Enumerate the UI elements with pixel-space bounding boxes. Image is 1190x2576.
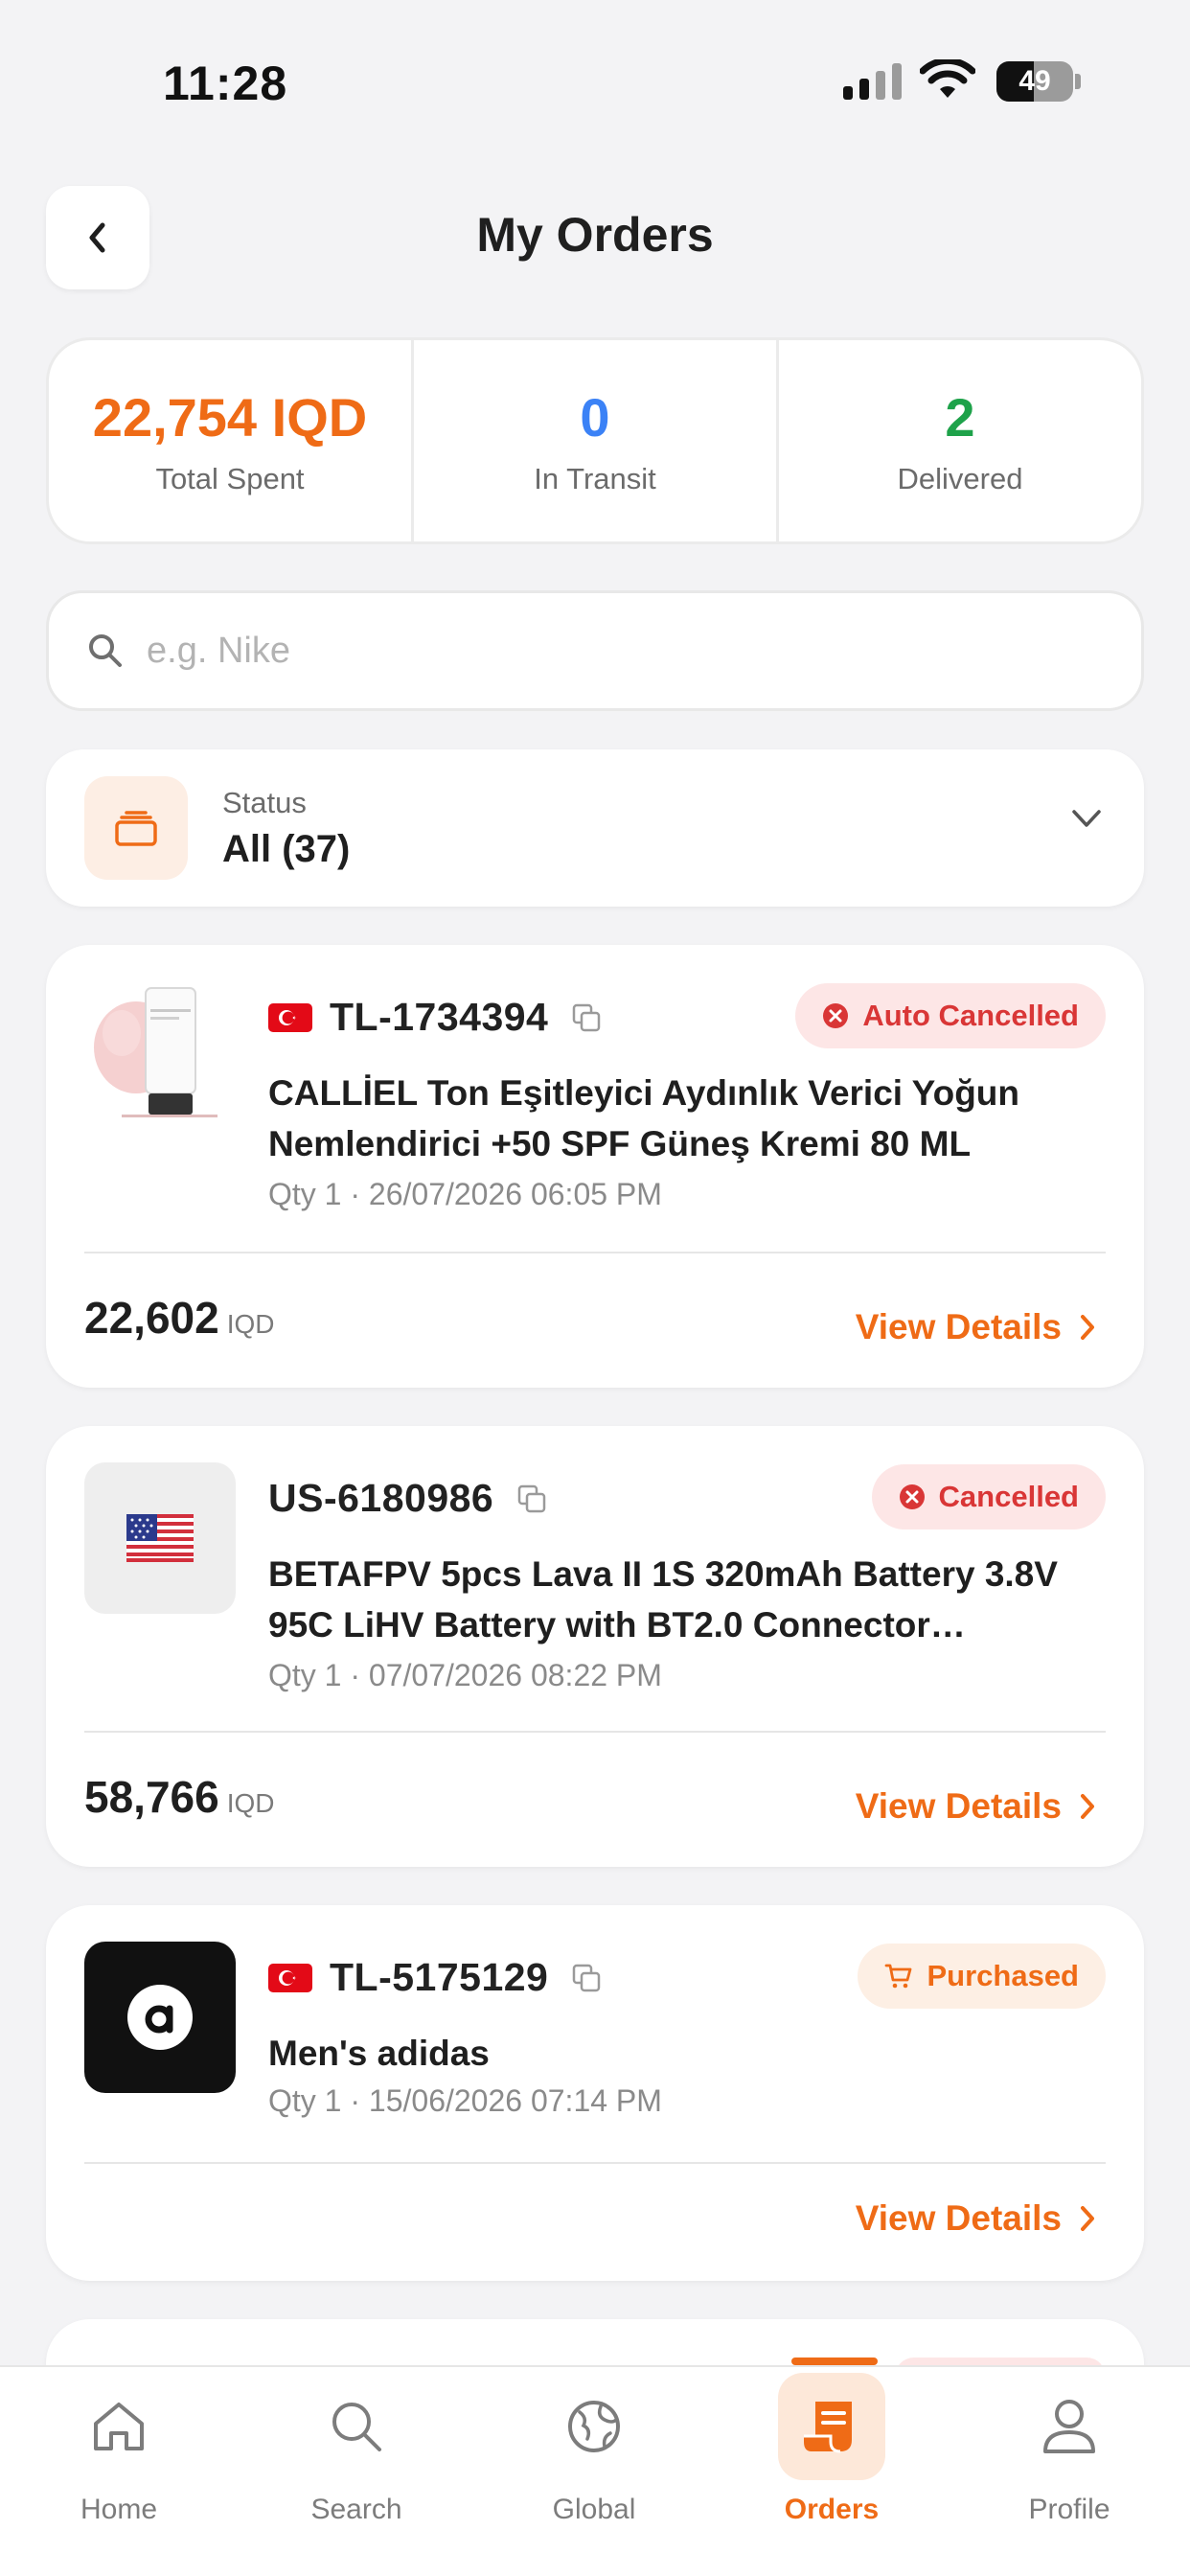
box-stack-icon <box>84 776 188 880</box>
globe-icon <box>566 2373 622 2480</box>
price-value: 58,766 <box>84 1772 219 1822</box>
wifi-icon <box>920 59 975 98</box>
status-badge-label: Auto Cancelled <box>862 999 1079 1032</box>
status-filter-value: All (37) <box>222 827 351 870</box>
card-divider <box>84 1252 1106 1254</box>
nav-home[interactable]: Home <box>0 2367 238 2526</box>
usa-flag-icon <box>126 1514 194 1562</box>
status-badge: Purchased <box>858 1944 1106 2009</box>
nav-profile[interactable]: Profile <box>950 2367 1188 2526</box>
status-badge-label: Cancelled <box>938 1480 1079 1513</box>
chevron-right-icon <box>1081 1794 1094 1819</box>
nav-label: Search <box>310 2494 402 2525</box>
in-transit-stat: 0 In Transit <box>411 340 776 541</box>
chevron-right-icon <box>1081 2206 1094 2231</box>
order-summary: 22,754 IQD Total Spent 0 In Transit 2 De… <box>46 337 1144 544</box>
total-spent-stat: 22,754 IQD Total Spent <box>49 340 411 541</box>
chevron-right-icon <box>1081 1315 1094 1340</box>
order-meta: Qty 1 · 26/07/2026 06:05 PM <box>268 1177 662 1211</box>
battery-icon: 49 <box>996 61 1073 102</box>
order-card[interactable]: TL-5175129 Purchased Men's adidas Qty 1 … <box>46 1905 1144 2281</box>
page-title: My Orders <box>476 208 714 262</box>
nav-search[interactable]: Search <box>238 2367 475 2526</box>
cellular-signal-icon <box>843 61 902 100</box>
order-id: TL-5175129 <box>330 1955 549 1999</box>
card-divider <box>84 2162 1106 2164</box>
product-name: BETAFPV 5pcs Lava II 1S 320mAh Battery 3… <box>268 1554 1058 1644</box>
view-details-link[interactable]: View Details <box>856 1786 1096 1827</box>
status-time: 11:28 <box>163 57 288 110</box>
battery-level: 49 <box>1018 65 1051 97</box>
turkey-flag-icon <box>268 1963 312 1992</box>
view-details-link[interactable]: View Details <box>856 2198 1096 2239</box>
status-bar: 11:28 49 <box>0 0 1190 144</box>
bottom-nav: Home Search Global Orders Profile <box>0 2365 1190 2576</box>
x-circle-icon <box>823 1003 849 1028</box>
search-input[interactable] <box>147 630 1009 672</box>
nav-label: Global <box>552 2494 636 2525</box>
product-image <box>84 1462 236 1614</box>
delivered-stat: 2 Delivered <box>776 340 1141 541</box>
copy-icon[interactable] <box>516 1484 547 1514</box>
nav-global[interactable]: Global <box>475 2367 713 2526</box>
view-details-label: View Details <box>855 1307 1062 1346</box>
in-transit-label: In Transit <box>534 461 656 495</box>
view-details-link[interactable]: View Details <box>856 1307 1096 1347</box>
view-details-label: View Details <box>855 2198 1062 2238</box>
adidas-logo-image <box>84 1942 236 2093</box>
cart-icon <box>885 1964 912 1989</box>
status-badge: Cancelled <box>871 1464 1106 1530</box>
card-divider <box>84 1731 1106 1733</box>
nav-orders[interactable]: Orders <box>713 2367 950 2526</box>
nav-label: Orders <box>784 2494 880 2525</box>
battery-tip <box>1075 74 1081 89</box>
in-transit-value: 0 <box>580 386 610 448</box>
search-icon <box>329 2373 384 2480</box>
product-image <box>84 981 236 1133</box>
order-meta: Qty 1 · 07/07/2026 08:22 PM <box>268 1658 662 1692</box>
order-card[interactable]: TL-1734394 Auto Cancelled CALLİEL Ton Eş… <box>46 945 1144 1388</box>
order-id: US-6180986 <box>268 1476 494 1520</box>
nav-label: Home <box>80 2494 158 2525</box>
search-bar[interactable] <box>46 590 1144 711</box>
user-icon <box>1041 2373 1097 2480</box>
price-currency: IQD <box>226 1309 275 1339</box>
receipt-icon <box>778 2373 885 2480</box>
price-currency: IQD <box>226 1788 275 1818</box>
status-filter-label: Status <box>222 785 307 819</box>
order-id: TL-1734394 <box>330 995 549 1039</box>
view-details-label: View Details <box>855 1786 1062 1826</box>
active-tab-indicator <box>791 2358 878 2365</box>
copy-icon[interactable] <box>571 1963 602 1993</box>
delivered-value: 2 <box>945 386 975 448</box>
total-spent-value: 22,754 IQD <box>92 386 368 448</box>
order-price: 58,766 IQD <box>84 1771 274 1823</box>
price-value: 22,602 <box>84 1293 219 1343</box>
delivered-label: Delivered <box>897 461 1023 495</box>
status-badge-label: Purchased <box>927 1959 1079 1992</box>
copy-icon[interactable] <box>571 1002 602 1033</box>
product-name: CALLİEL Ton Eşitleyici Aydınlık Verici Y… <box>268 1073 1020 1163</box>
order-meta: Qty 1 · 15/06/2026 07:14 PM <box>268 2083 662 2118</box>
order-price: 22,602 IQD <box>84 1292 274 1344</box>
order-card[interactable]: US-6180986 Cancelled BETAFPV 5pcs Lava I… <box>46 1426 1144 1867</box>
turkey-flag-icon <box>268 1002 312 1032</box>
nav-icon-wrapper <box>778 2373 885 2480</box>
status-badge: Auto Cancelled <box>795 983 1106 1048</box>
chevron-down-icon <box>1072 810 1101 827</box>
product-name: Men's adidas <box>268 2034 490 2073</box>
status-filter-dropdown[interactable]: Status All (37) <box>46 749 1144 907</box>
total-spent-label: Total Spent <box>155 461 305 495</box>
search-icon <box>89 634 122 667</box>
home-icon <box>90 2373 148 2480</box>
nav-label: Profile <box>1028 2494 1110 2525</box>
x-circle-icon <box>899 1484 925 1509</box>
